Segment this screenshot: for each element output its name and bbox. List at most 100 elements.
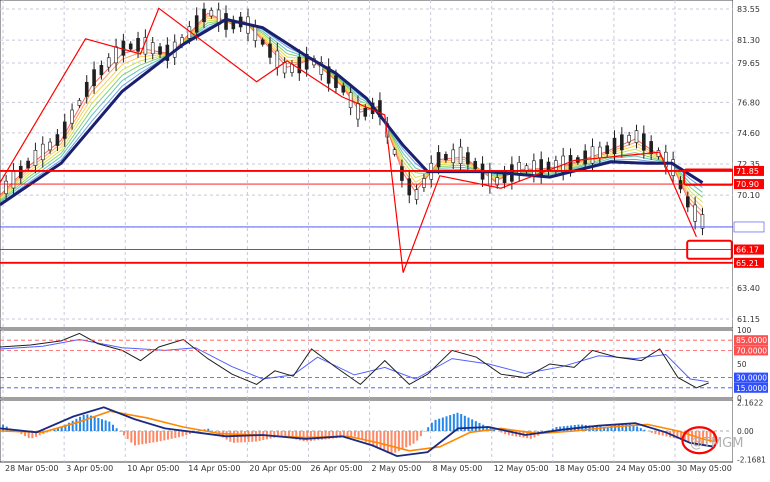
oscillator-tick-label: 70.0000 — [736, 346, 767, 355]
price-bar-body — [612, 137, 617, 155]
y-tick-label: 79.65 — [737, 59, 760, 68]
y-tick-label: 61.15 — [737, 315, 760, 324]
price-bar-body — [685, 196, 690, 208]
price-bar-body — [99, 65, 104, 76]
price-bar-body — [649, 141, 653, 155]
price-bar-body — [700, 214, 705, 229]
price-bar-body — [297, 56, 302, 74]
ma-ribbon-line — [0, 15, 703, 213]
price-bar-body — [202, 8, 206, 22]
x-tick-label: 8 May 05:00 — [433, 464, 483, 473]
price-bar-body — [11, 171, 16, 189]
price-bar-body — [451, 149, 456, 163]
price-bar-body — [458, 146, 463, 165]
price-bar-body — [40, 143, 45, 161]
x-tick-label: 14 Apr 05:00 — [188, 464, 240, 473]
chart-root: 28 Mar 05:00 3 Apr 05:00 10 Apr 05:00 14 Ap… — [0, 0, 770, 478]
y-tick-label: 63.40 — [737, 284, 760, 293]
price-bar-body — [4, 180, 8, 194]
watermark-text: @TMGM — [690, 436, 743, 451]
price-bar-body — [33, 150, 38, 166]
macd-line — [0, 406, 715, 458]
price-bar-body — [253, 26, 258, 41]
zigzag-line — [0, 7, 697, 273]
price-bar-body — [436, 152, 441, 168]
y-tick-label: 70.10 — [737, 191, 760, 200]
price-bar-body — [55, 134, 60, 146]
price-bar-body — [400, 166, 404, 181]
price-bar-body — [414, 189, 419, 200]
level-label: 65.21 — [736, 259, 759, 268]
price-bar-body — [26, 160, 30, 169]
macd-tick-label: 0.00 — [737, 427, 754, 436]
price-bar-body — [620, 134, 624, 151]
price-bar-body — [128, 43, 133, 50]
x-tick-label: 12 May 05:00 — [494, 464, 549, 473]
price-bar-body — [282, 62, 287, 74]
price-bar-body — [48, 141, 52, 151]
price-bar-body — [656, 150, 661, 157]
x-tick-label: 30 May 05:00 — [677, 464, 732, 473]
macd-tick-label: -2.1681 — [737, 456, 766, 465]
price-bar-body — [194, 15, 199, 33]
price-bar-body — [70, 109, 74, 124]
price-bar-body — [634, 130, 639, 143]
x-tick-label: 28 Mar 05:00 — [5, 464, 58, 473]
price-bar-body — [363, 107, 368, 117]
level-label: 66.17 — [736, 246, 759, 255]
price-bar-body — [136, 38, 140, 52]
x-tick-label: 3 Apr 05:00 — [66, 464, 113, 473]
price-bar-body — [466, 152, 470, 165]
price-bar-body — [121, 40, 126, 56]
oscillator-tick-label: 100 — [737, 326, 752, 335]
price-bar-body — [209, 9, 214, 17]
oscillator-tick-label: 15.0000 — [736, 384, 767, 393]
price-bar-body — [106, 57, 111, 68]
level-label: 71.85 — [736, 167, 759, 176]
oscillator-tick-label: 30.0000 — [736, 374, 767, 383]
price-bar-body — [77, 100, 82, 106]
level-label: 70.90 — [736, 180, 759, 189]
price-bar-body — [627, 135, 631, 143]
price-bar-body — [114, 46, 118, 64]
price-bar-body — [554, 160, 558, 171]
oscillator-main-line — [0, 332, 709, 389]
price-bar-body — [341, 85, 346, 93]
price-bar-body — [693, 204, 697, 222]
x-tick-label: 10 Apr 05:00 — [127, 464, 179, 473]
price-bar-body — [92, 69, 96, 87]
x-tick-label: 18 May 05:00 — [555, 464, 610, 473]
price-bar-body — [598, 146, 602, 159]
price-bar-body — [407, 178, 412, 196]
price-bar-body — [642, 133, 646, 151]
macd-tick-label: 2.1622 — [737, 398, 763, 407]
price-bar-body — [605, 145, 609, 154]
price-bar-body — [18, 165, 23, 179]
y-tick-label: 81.30 — [737, 36, 760, 45]
price-bar-body — [268, 43, 272, 58]
y-tick-label: 76.80 — [737, 98, 760, 107]
price-bar-body — [334, 75, 338, 88]
moving-average-line — [0, 17, 704, 207]
price-bar-body — [678, 180, 683, 190]
price-bar-body — [150, 42, 155, 55]
price-bar-body — [473, 161, 478, 169]
price-bar-body — [444, 153, 448, 161]
grid-layer — [0, 0, 734, 463]
oscillator-tick-label: 85.0000 — [736, 336, 767, 345]
chart-svg: 28 Mar 05:00 3 Apr 05:00 10 Apr 05:00 14 Ap… — [0, 0, 770, 478]
y-tick-label: 83.55 — [737, 5, 760, 14]
price-bar-body — [260, 39, 265, 45]
price-bar-body — [590, 146, 595, 164]
price-bar-body — [356, 102, 360, 120]
price-bar-body — [62, 121, 67, 139]
price-bar-body — [532, 160, 536, 176]
price-bar-body — [422, 178, 426, 188]
price-bar-body — [84, 81, 89, 97]
current-price-marker — [733, 221, 765, 233]
x-tick-label: 2 May 05:00 — [372, 464, 422, 473]
price-bar-body — [392, 149, 397, 155]
price-bar-body — [275, 50, 280, 68]
price-bar-body — [583, 150, 587, 165]
x-tick-label: 26 Apr 05:00 — [310, 464, 362, 473]
